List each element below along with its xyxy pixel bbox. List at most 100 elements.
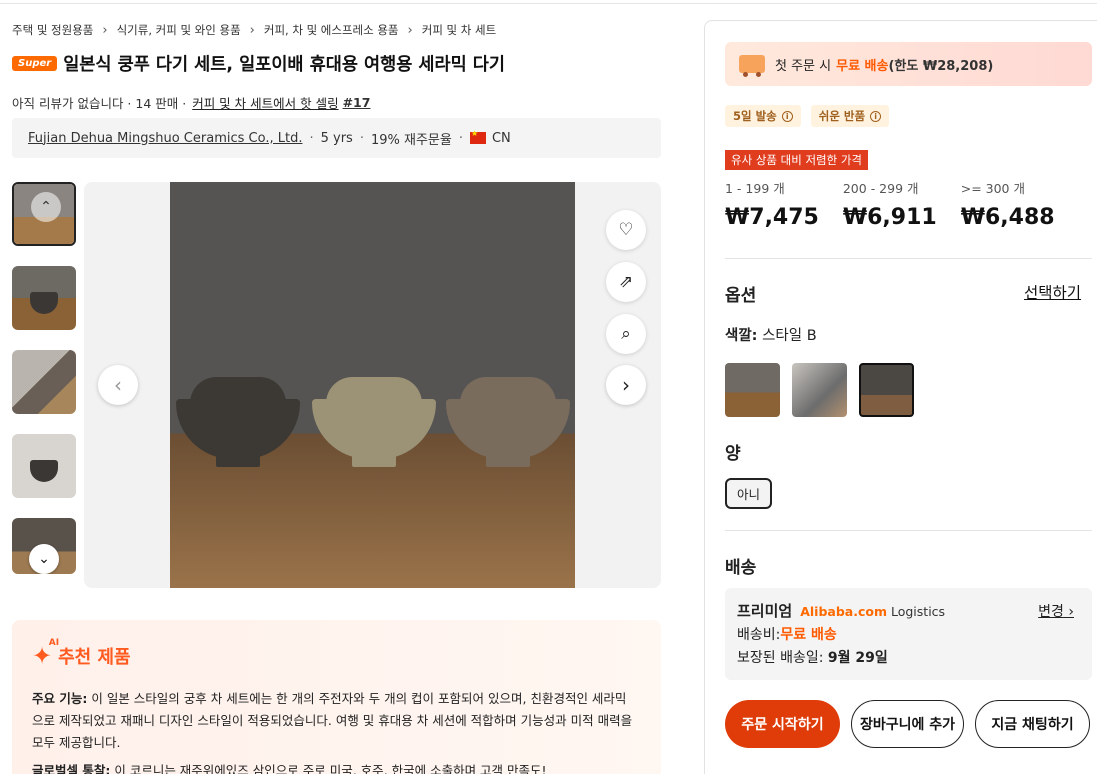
tier-quantity: >= 300 개 xyxy=(960,181,1025,196)
banner-free: 무료 배송 xyxy=(836,58,889,74)
change-shipping-link[interactable]: 변경 › xyxy=(1038,601,1074,621)
action-buttons: 주문 시작하기 장바구니에 추가 지금 채팅하기 xyxy=(725,700,1097,748)
separator-dot: · xyxy=(359,130,364,146)
ai-heading: ✦ AI 추천 제품 xyxy=(32,638,641,670)
info-icon: i xyxy=(781,110,793,122)
color-label: 색깔: 스타일 B xyxy=(725,324,817,345)
chevron-left-icon[interactable]: ‹ xyxy=(98,365,138,405)
shipping-tier: 프리미엄 xyxy=(737,602,793,620)
chevron-right-icon[interactable]: › xyxy=(606,365,646,405)
banner-pre: 첫 주문 시 xyxy=(775,58,832,74)
thumbnail-photo xyxy=(12,350,76,414)
bestseller-rank[interactable]: #17 xyxy=(343,95,371,110)
change-label: 변경 xyxy=(1038,604,1064,620)
shipping-eta: 보장된 배송일: 9월 29일 xyxy=(737,647,1080,667)
supplier-name-link[interactable]: Fujian Dehua Mingshuo Ceramics Co., Ltd. xyxy=(28,131,302,146)
color-label-value: 스타일 B xyxy=(762,328,817,344)
breadcrumb: 주택 및 정원용품 › 식기류, 커피 및 와인 용품 › 커피, 차 및 에스… xyxy=(12,22,496,38)
thumbnail-image[interactable] xyxy=(12,350,76,414)
color-swatch[interactable] xyxy=(792,363,847,417)
breadcrumb-item[interactable]: 식기류, 커피 및 와인 용품 xyxy=(117,22,241,38)
eta-value: 9월 29일 xyxy=(827,650,888,666)
divider xyxy=(725,530,1092,531)
ai-extra-label: 글로벌셀 통찰: xyxy=(32,763,111,774)
supplier-country: CN xyxy=(491,130,511,146)
breadcrumb-item[interactable]: 주택 및 정원용품 xyxy=(12,22,93,38)
thumbnail-image[interactable] xyxy=(12,434,76,498)
options-title: 옵션 xyxy=(725,286,757,306)
thumbnail-image[interactable] xyxy=(12,266,76,330)
color-label-key: 색깔: xyxy=(725,328,758,344)
truck-icon xyxy=(739,55,765,77)
thumbnail-list: ⌃ ⌄ xyxy=(12,182,76,594)
separator-dot: · xyxy=(458,130,463,146)
ai-recommendation-box: ✦ AI 추천 제품 주요 기능: 이 일본 스타일의 궁후 차 세트에는 한 개… xyxy=(12,620,661,774)
tier-price: ₩6,911 xyxy=(842,205,937,230)
cheaper-badge: 유사 상품 대비 저렴한 가격 xyxy=(725,150,869,170)
tea-cup xyxy=(176,377,300,467)
info-icon: i xyxy=(870,110,882,122)
heart-icon[interactable]: ♡ xyxy=(606,210,646,250)
supplier-reorder-rate: 19% 재주문율 xyxy=(370,132,452,148)
chat-now-button[interactable]: 지금 채팅하기 xyxy=(975,700,1090,748)
chevron-right-icon: › xyxy=(102,22,108,38)
tea-cup xyxy=(446,377,570,467)
review-sales-text: 아직 리뷰가 없습니다 · 14 판매 · xyxy=(12,96,187,111)
banner-cap: (한도 ₩28,208) xyxy=(888,58,994,74)
sparkle-icon: ✦ AI xyxy=(32,638,60,670)
add-to-cart-button[interactable]: 장바구니에 추가 xyxy=(851,700,964,748)
separator-dot: · xyxy=(309,130,314,146)
thumbnail-image[interactable]: ⌃ xyxy=(12,182,76,246)
fee-value: 무료 배송 xyxy=(780,627,837,643)
main-image-viewer: ‹ › ♡ ⇗ ⌕ xyxy=(84,182,661,588)
options-select-link[interactable]: 선택하기 xyxy=(1024,281,1081,303)
thumbnail-image[interactable]: ⌄ xyxy=(12,518,76,574)
easy-return-tag[interactable]: 쉬운 반품 i xyxy=(810,105,890,127)
tea-cup xyxy=(312,377,436,467)
start-order-button[interactable]: 주문 시작하기 xyxy=(725,700,840,748)
ai-feature-text: 이 일본 스타일의 궁후 차 세트에는 한 개의 주전자와 두 개의 컵이 포함… xyxy=(32,691,633,750)
supplier-years: 5 yrs xyxy=(320,130,353,146)
ai-sup: AI xyxy=(48,638,60,648)
ai-extra-paragraph: 글로벌셀 통찰: 이 코르니는 재주위에있즈 삼인으로 주로 미국, 호주, 한… xyxy=(32,760,641,774)
ai-title: 추천 제품 xyxy=(58,647,131,668)
share-icon[interactable]: ⇗ xyxy=(606,262,646,302)
quantity-option-chip[interactable]: 아니 xyxy=(725,478,773,509)
supplier-bar: Fujian Dehua Mingshuo Ceramics Co., Ltd.… xyxy=(12,118,661,158)
price-tier: 1 - 199 개 ₩7,475 xyxy=(725,178,819,230)
breadcrumb-item[interactable]: 커피, 차 및 에스프레소 용품 xyxy=(264,22,399,38)
chevron-right-icon: › xyxy=(407,22,413,38)
price-tiers: 1 - 199 개 ₩7,475 200 - 299 개 ₩6,911 >= 3… xyxy=(725,178,1079,230)
tier-price: ₩7,475 xyxy=(725,205,819,230)
tag-label: 5일 발송 xyxy=(733,109,777,123)
tier-quantity: 200 - 299 개 xyxy=(842,181,919,196)
color-swatch-selected[interactable] xyxy=(859,363,914,417)
tag-label: 쉬운 반품 xyxy=(818,109,866,123)
price-tier: 200 - 299 개 ₩6,911 xyxy=(843,178,937,230)
ai-extra-text: 이 코르니는 재주위에있즈 삼인으로 주로 미국, 호주, 한국에 소출하며 고… xyxy=(114,763,547,774)
tier-price: ₩6,488 xyxy=(960,205,1055,230)
chevron-right-icon: › xyxy=(249,22,255,38)
title-row: Super 일본식 쿵푸 다기 세트, 일포이배 휴대용 여행용 세라믹 다기 xyxy=(12,51,505,76)
chevron-up-icon[interactable]: ⌃ xyxy=(31,192,61,222)
bestseller-link[interactable]: 커피 및 차 세트에서 핫 셀링 xyxy=(192,93,338,112)
breadcrumb-item[interactable]: 커피 및 차 세트 xyxy=(422,22,496,38)
top-border xyxy=(0,0,1097,4)
product-photo xyxy=(170,182,575,588)
super-badge: Super xyxy=(12,56,58,71)
logistics-label: Logistics xyxy=(890,604,946,619)
image-search-icon[interactable]: ⌕ xyxy=(606,314,646,354)
dispatch-tag[interactable]: 5일 발송 i xyxy=(725,105,801,127)
ai-feature-label: 주요 기능: xyxy=(32,691,88,706)
color-swatches xyxy=(725,363,926,417)
china-flag-icon xyxy=(469,129,486,144)
color-swatch[interactable] xyxy=(725,363,780,417)
page-title: 일본식 쿵푸 다기 세트, 일포이배 휴대용 여행용 세라믹 다기 xyxy=(63,55,505,75)
service-tags: 5일 발송 i 쉬운 반품 i xyxy=(725,105,899,127)
price-tier: >= 300 개 ₩6,488 xyxy=(961,178,1055,230)
shipping-title: 배송 xyxy=(725,558,757,578)
chevron-down-icon[interactable]: ⌄ xyxy=(29,544,59,574)
shipping-box: 프리미엄 Alibaba.com Logistics 변경 › 배송비:무료 배… xyxy=(725,588,1092,680)
eta-label: 보장된 배송일: xyxy=(737,650,824,666)
ai-feature-paragraph: 주요 기능: 이 일본 스타일의 궁후 차 세트에는 한 개의 주전자와 두 개… xyxy=(32,688,637,754)
